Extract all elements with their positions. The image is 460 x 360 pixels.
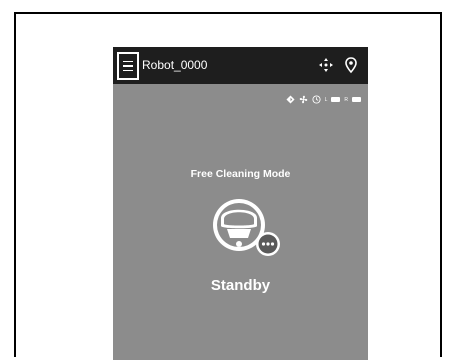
- timer-icon: [312, 95, 321, 104]
- battery-right-label: R: [344, 96, 348, 103]
- robot-name: Robot_0000: [142, 58, 208, 72]
- battery-icon: [331, 97, 341, 102]
- menu-button[interactable]: [117, 52, 139, 80]
- menu-icon: [123, 60, 133, 63]
- status-bar: L R: [286, 95, 361, 104]
- location-pin-icon[interactable]: [342, 56, 360, 74]
- more-options-icon[interactable]: [261, 242, 266, 246]
- menu-icon-line: [123, 65, 133, 67]
- nav-direction-icon: [286, 95, 295, 104]
- robot-state: Standby: [210, 277, 271, 294]
- top-bar: Robot_0000: [113, 47, 368, 84]
- battery-icon: [352, 97, 361, 102]
- battery-left-label: L: [324, 96, 328, 103]
- robot-vacuum-button[interactable]: [210, 195, 282, 261]
- move-arrows-icon[interactable]: [317, 56, 335, 74]
- menu-icon-line: [123, 69, 133, 72]
- app-screen: Robot_0000 L R Free Cleaning Mode Standb…: [113, 47, 368, 360]
- cleaning-mode-title: Free Cleaning Mode: [190, 168, 291, 180]
- fan-icon: [299, 95, 307, 104]
